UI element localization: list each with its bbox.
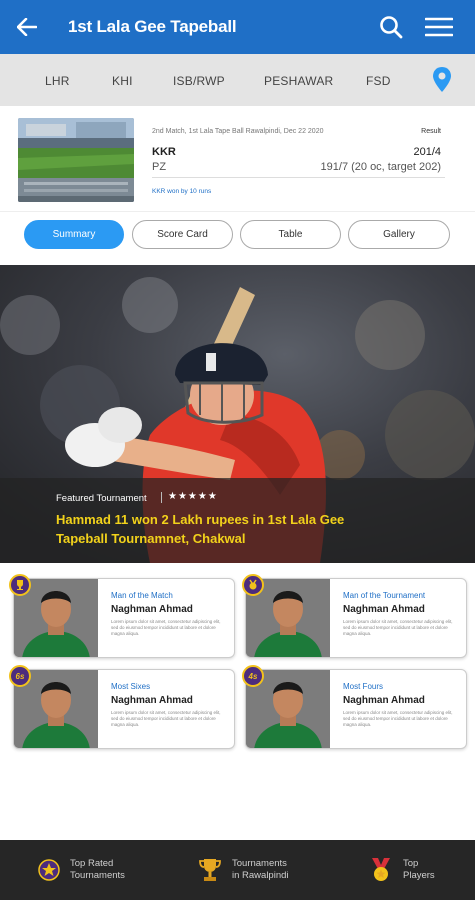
match-result-card[interactable]: 2nd Match, 1st Lala Tape Ball Rawalpindi… — [0, 106, 475, 212]
divider — [152, 177, 445, 178]
tab-gallery[interactable]: Gallery — [348, 220, 450, 249]
tab-score-card[interactable]: Score Card — [132, 220, 233, 249]
city-tab-peshawar[interactable]: PESHAWAR — [264, 74, 333, 88]
player-name: Naghman Ahmad — [343, 695, 425, 706]
bottom-navigation: Top Rated Tournaments Tournaments in Raw… — [0, 840, 475, 900]
location-button[interactable] — [431, 66, 453, 94]
match-meta: 2nd Match, 1st Lala Tape Ball Rawalpindi… — [152, 128, 324, 135]
medal-icon — [372, 858, 390, 881]
tab-summary[interactable]: Summary — [24, 220, 124, 249]
player-name: Naghman Ahmad — [111, 695, 193, 706]
award-card-man-of-the-match[interactable]: Man of the Match Naghman Ahmad Lorem ips… — [13, 578, 235, 658]
nav-label-line2: in Rawalpindi — [232, 870, 289, 881]
stadium-thumbnail — [18, 118, 134, 202]
award-card-most-sixes[interactable]: Most Sixes Naghman Ahmad Lorem ipsum dol… — [13, 669, 235, 749]
hamburger-menu-icon — [425, 17, 453, 37]
win-note: KKR won by 10 runs — [152, 188, 212, 195]
nav-top-players[interactable]: Top Players — [369, 840, 435, 900]
sixes-badge-icon: 6s — [9, 665, 31, 687]
award-title: Most Fours — [343, 682, 384, 691]
team1-score: 201/4 — [413, 146, 441, 158]
back-button[interactable] — [0, 0, 54, 54]
team2-score: 191/7 (20 oc, target 202) — [320, 161, 441, 173]
search-button[interactable] — [367, 0, 415, 54]
nav-label-line1: Top — [403, 858, 419, 869]
app-bar: 1st Lala Gee Tapeball — [0, 0, 475, 54]
fours-badge-icon: 4s — [242, 665, 264, 687]
team1-name: KKR — [152, 146, 176, 158]
award-description: Lorem ipsum dolor sit amet, consectetur … — [111, 619, 221, 636]
city-tab-fsd[interactable]: FSD — [366, 74, 391, 88]
nav-label: Top Rated Tournaments — [70, 858, 125, 882]
trophy-icon — [199, 859, 221, 881]
featured-separator — [161, 492, 162, 503]
featured-headline[interactable]: Hammad 11 won 2 Lakh rupees in 1st Lala … — [56, 510, 376, 548]
player-name: Naghman Ahmad — [343, 604, 425, 615]
nav-label-line1: Tournaments — [232, 858, 287, 869]
nav-label-line2: Tournaments — [70, 870, 125, 881]
nav-label-line1: Top Rated — [70, 858, 114, 869]
search-icon — [380, 16, 403, 39]
award-title: Man of the Match — [111, 591, 173, 600]
award-card-man-of-the-tournament[interactable]: Man of the Tournament Naghman Ahmad Lore… — [245, 578, 467, 658]
trophy-badge-icon — [9, 574, 31, 596]
featured-label: Featured Tournament — [56, 493, 147, 504]
rating-stars: ★★★★★ — [168, 491, 218, 502]
nav-label: Top Players — [403, 858, 435, 882]
star-badge-icon — [38, 859, 60, 881]
award-description: Lorem ipsum dolor sit amet, consectetur … — [343, 619, 453, 636]
tab-table[interactable]: Table — [240, 220, 341, 249]
award-title: Most Sixes — [111, 682, 151, 691]
nav-top-rated-tournaments[interactable]: Top Rated Tournaments — [38, 840, 125, 900]
team2-name: PZ — [152, 161, 167, 173]
result-label: Result — [421, 128, 441, 135]
city-tab-khi[interactable]: KHI — [112, 74, 133, 88]
nav-tournaments-rawalpindi[interactable]: Tournaments in Rawalpindi — [198, 840, 289, 900]
award-description: Lorem ipsum dolor sit amet, consectetur … — [343, 710, 453, 727]
menu-button[interactable] — [415, 0, 463, 54]
arrow-left-icon — [17, 18, 37, 36]
nav-label-line2: Players — [403, 870, 435, 881]
award-description: Lorem ipsum dolor sit amet, consectetur … — [111, 710, 221, 727]
nav-label: Tournaments in Rawalpindi — [232, 858, 289, 882]
page-title: 1st Lala Gee Tapeball — [68, 17, 237, 36]
city-tab-isb-rwp[interactable]: ISB/RWP — [173, 74, 225, 88]
award-card-most-fours[interactable]: Most Fours Naghman Ahmad Lorem ipsum dol… — [245, 669, 467, 749]
award-title: Man of the Tournament — [343, 591, 426, 600]
city-tab-lhr[interactable]: LHR — [45, 74, 70, 88]
city-filter-bar: LHR KHI ISB/RWP PESHAWAR FSD — [0, 54, 475, 106]
medal-badge-icon — [242, 574, 264, 596]
player-name: Naghman Ahmad — [111, 604, 193, 615]
map-pin-icon — [433, 67, 451, 92]
